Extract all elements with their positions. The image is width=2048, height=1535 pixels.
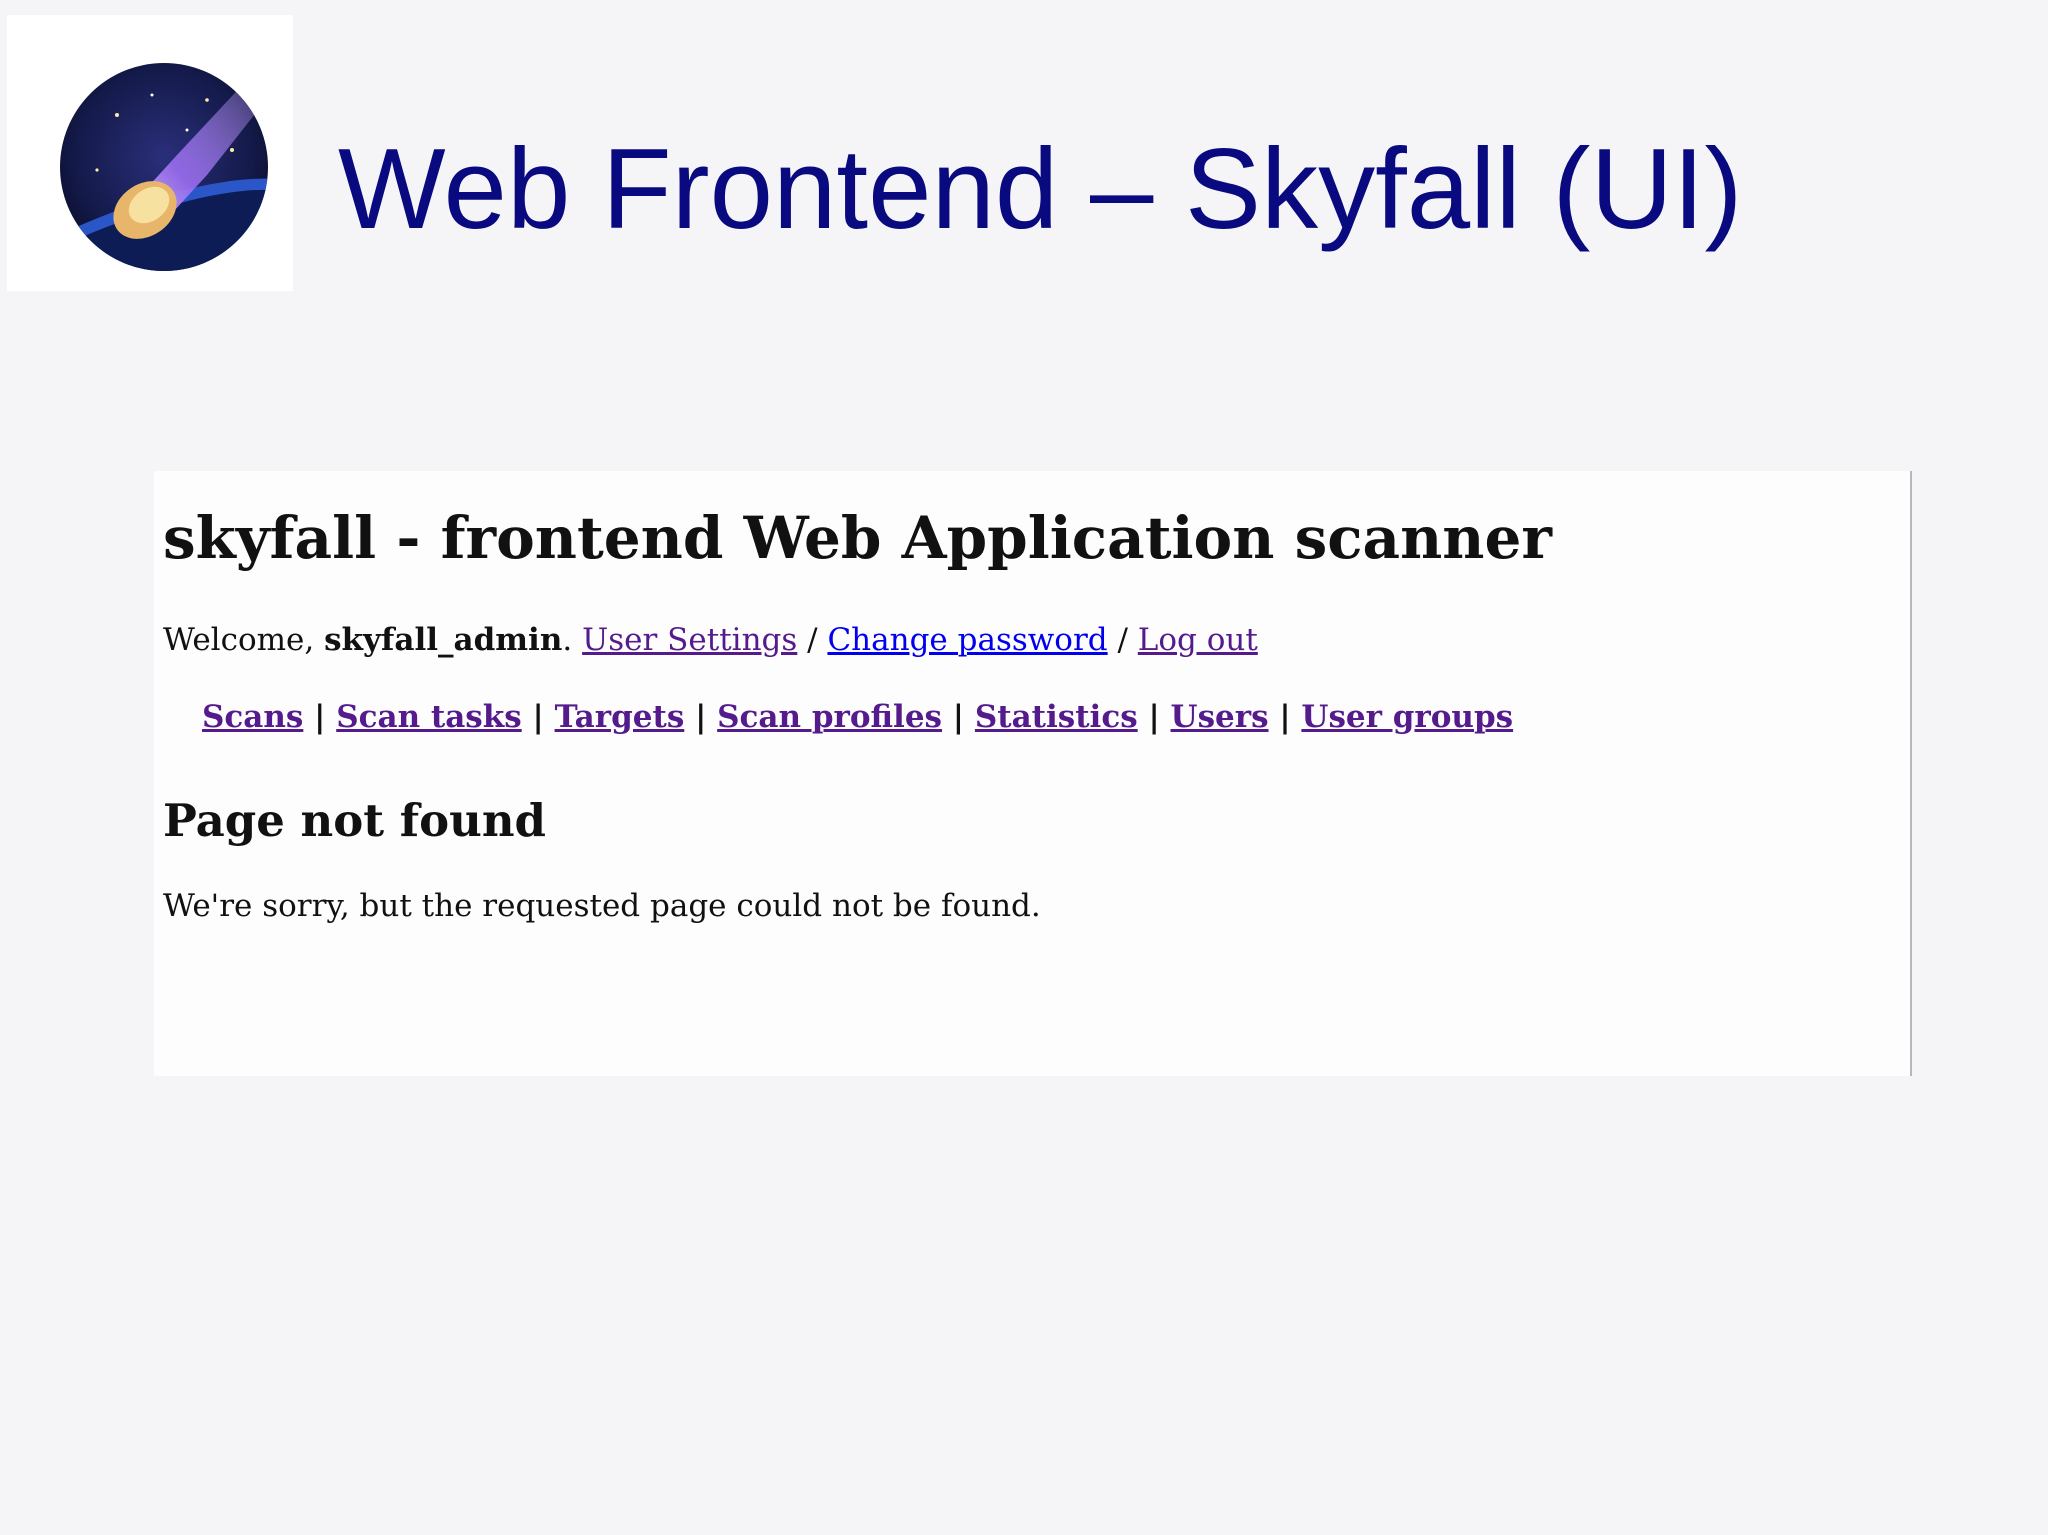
error-title: Page not found — [163, 794, 547, 847]
nav-separator: | — [684, 699, 718, 735]
app-heading: skyfall - frontend Web Application scann… — [163, 504, 1552, 572]
nav-item-statistics[interactable]: Statistics — [975, 699, 1138, 735]
welcome-suffix: . — [562, 622, 583, 658]
error-message: We're sorry, but the requested page coul… — [163, 888, 1041, 924]
link-separator: / — [797, 622, 828, 658]
change-password-link[interactable]: Change password — [827, 622, 1107, 658]
welcome-line: Welcome, skyfall_admin. User Settings / … — [163, 620, 1258, 660]
meteor-icon — [60, 63, 268, 271]
nav-item-users[interactable]: Users — [1171, 699, 1269, 735]
nav-separator: | — [1268, 699, 1302, 735]
nav-item-targets[interactable]: Targets — [555, 699, 685, 735]
link-separator: / — [1107, 622, 1138, 658]
user-settings-link[interactable]: User Settings — [582, 622, 797, 658]
logo-box — [7, 15, 293, 291]
nav-separator: | — [1137, 699, 1171, 735]
log-out-link[interactable]: Log out — [1138, 622, 1258, 658]
username: skyfall_admin — [324, 622, 563, 658]
slide-title: Web Frontend – Skyfall (UI) — [338, 126, 1743, 253]
nav-separator: | — [521, 699, 555, 735]
main-nav: Scans | Scan tasks | Targets | Scan prof… — [202, 697, 1513, 737]
nav-separator: | — [942, 699, 975, 735]
nav-item-scans[interactable]: Scans — [202, 699, 303, 735]
nav-item-scan-tasks[interactable]: Scan tasks — [336, 699, 521, 735]
nav-item-user-groups[interactable]: User groups — [1301, 699, 1513, 735]
web-app-screenshot: skyfall - frontend Web Application scann… — [154, 471, 1912, 1076]
nav-item-scan-profiles[interactable]: Scan profiles — [717, 699, 942, 735]
nav-separator: | — [303, 699, 337, 735]
welcome-prefix: Welcome, — [163, 622, 325, 658]
